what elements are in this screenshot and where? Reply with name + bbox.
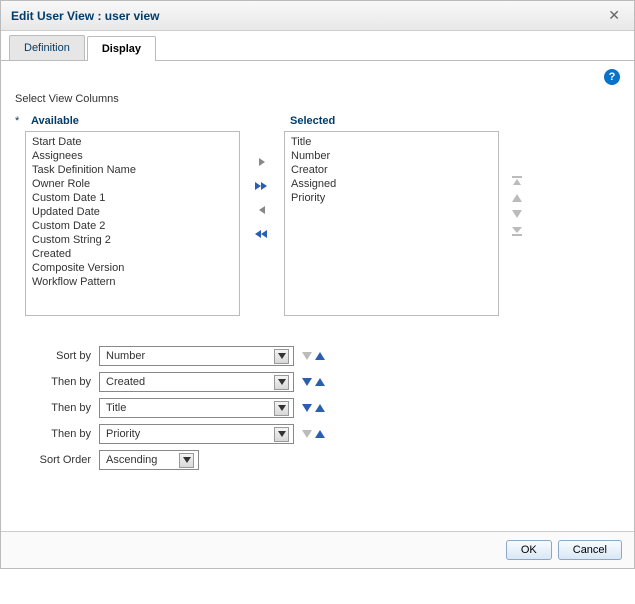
sort-desc-icon[interactable] <box>302 352 312 360</box>
sort-select[interactable]: Number <box>99 346 294 366</box>
sort-select[interactable]: Created <box>99 372 294 392</box>
sort-direction-toggles <box>302 404 325 412</box>
selected-list[interactable]: TitleNumberCreatorAssignedPriority <box>284 131 499 316</box>
list-item[interactable]: Updated Date <box>32 205 233 219</box>
sort-row: Then by Priority <box>31 424 620 444</box>
list-item[interactable]: Composite Version <box>32 261 233 275</box>
move-top-icon[interactable] <box>511 175 523 187</box>
tab-definition[interactable]: Definition <box>9 35 85 60</box>
sort-asc-icon[interactable] <box>315 404 325 412</box>
move-up-icon[interactable] <box>511 193 523 203</box>
list-item[interactable]: Custom Date 1 <box>32 191 233 205</box>
list-item[interactable]: Owner Role <box>32 177 233 191</box>
sort-select[interactable]: Title <box>99 398 294 418</box>
tabstrip: Definition Display <box>1 31 634 61</box>
chevron-down-icon <box>179 453 194 468</box>
chevron-down-icon <box>274 427 289 442</box>
edit-user-view-dialog: Edit User View : user view ✕ Definition … <box>0 0 635 569</box>
section-label: Select View Columns <box>15 93 620 105</box>
move-left-icon[interactable] <box>255 203 269 217</box>
sort-asc-icon[interactable] <box>315 430 325 438</box>
list-item[interactable]: Title <box>291 135 492 149</box>
available-header: Available <box>25 115 240 127</box>
sort-select-value: Number <box>106 350 145 362</box>
chevron-down-icon <box>274 401 289 416</box>
list-item[interactable]: Workflow Pattern <box>32 275 233 289</box>
sort-asc-icon[interactable] <box>315 378 325 386</box>
sort-order-value: Ascending <box>106 454 157 466</box>
reorder-buttons <box>507 115 527 237</box>
sort-label: Then by <box>31 376 99 388</box>
move-down-icon[interactable] <box>511 209 523 219</box>
help-icon[interactable]: ? <box>604 69 620 85</box>
content-area: ? Select View Columns * Available Start … <box>1 61 634 531</box>
ok-button[interactable]: OK <box>506 540 552 560</box>
dialog-title: Edit User View : user view <box>11 9 160 23</box>
sort-direction-toggles <box>302 378 325 386</box>
chevron-down-icon <box>274 375 289 390</box>
list-item[interactable]: Assignees <box>32 149 233 163</box>
sort-select-value: Priority <box>106 428 140 440</box>
sort-select-value: Created <box>106 376 145 388</box>
list-item[interactable]: Custom Date 2 <box>32 219 233 233</box>
sort-direction-toggles <box>302 352 325 360</box>
sort-select-value: Title <box>106 402 126 414</box>
sort-row: Then by Title <box>31 398 620 418</box>
list-item[interactable]: Creator <box>291 163 492 177</box>
sort-asc-icon[interactable] <box>315 352 325 360</box>
sort-label: Sort by <box>31 350 99 362</box>
move-all-left-icon[interactable] <box>253 227 271 241</box>
titlebar: Edit User View : user view ✕ <box>1 1 634 31</box>
column-shuttle: * Available Start DateAssigneesTask Defi… <box>15 115 620 316</box>
sort-order-select[interactable]: Ascending <box>99 450 199 470</box>
sort-order-label: Sort Order <box>31 454 99 466</box>
sort-desc-icon[interactable] <box>302 430 312 438</box>
sort-desc-icon[interactable] <box>302 378 312 386</box>
buttonbar: OK Cancel <box>1 531 634 568</box>
list-item[interactable]: Created <box>32 247 233 261</box>
list-item[interactable]: Priority <box>291 191 492 205</box>
selected-header: Selected <box>284 115 499 127</box>
sort-label: Then by <box>31 428 99 440</box>
cancel-button[interactable]: Cancel <box>558 540 622 560</box>
list-item[interactable]: Number <box>291 149 492 163</box>
list-item[interactable]: Custom String 2 <box>32 233 233 247</box>
close-icon[interactable]: ✕ <box>604 7 624 24</box>
move-right-icon[interactable] <box>255 155 269 169</box>
available-list[interactable]: Start DateAssigneesTask Definition NameO… <box>25 131 240 316</box>
sort-label: Then by <box>31 402 99 414</box>
sort-section: Sort byNumberThen byCreatedThen byTitleT… <box>31 346 620 470</box>
sort-order-row: Sort Order Ascending <box>31 450 620 470</box>
list-item[interactable]: Task Definition Name <box>32 163 233 177</box>
move-all-right-icon[interactable] <box>253 179 271 193</box>
sort-direction-toggles <box>302 430 325 438</box>
sort-row: Sort by Number <box>31 346 620 366</box>
list-item[interactable]: Start Date <box>32 135 233 149</box>
move-buttons <box>248 115 276 241</box>
list-item[interactable]: Assigned <box>291 177 492 191</box>
sort-desc-icon[interactable] <box>302 404 312 412</box>
required-marker: * <box>15 115 25 127</box>
sort-row: Then by Created <box>31 372 620 392</box>
sort-select[interactable]: Priority <box>99 424 294 444</box>
chevron-down-icon <box>274 349 289 364</box>
tab-display[interactable]: Display <box>87 36 156 61</box>
move-bottom-icon[interactable] <box>511 225 523 237</box>
